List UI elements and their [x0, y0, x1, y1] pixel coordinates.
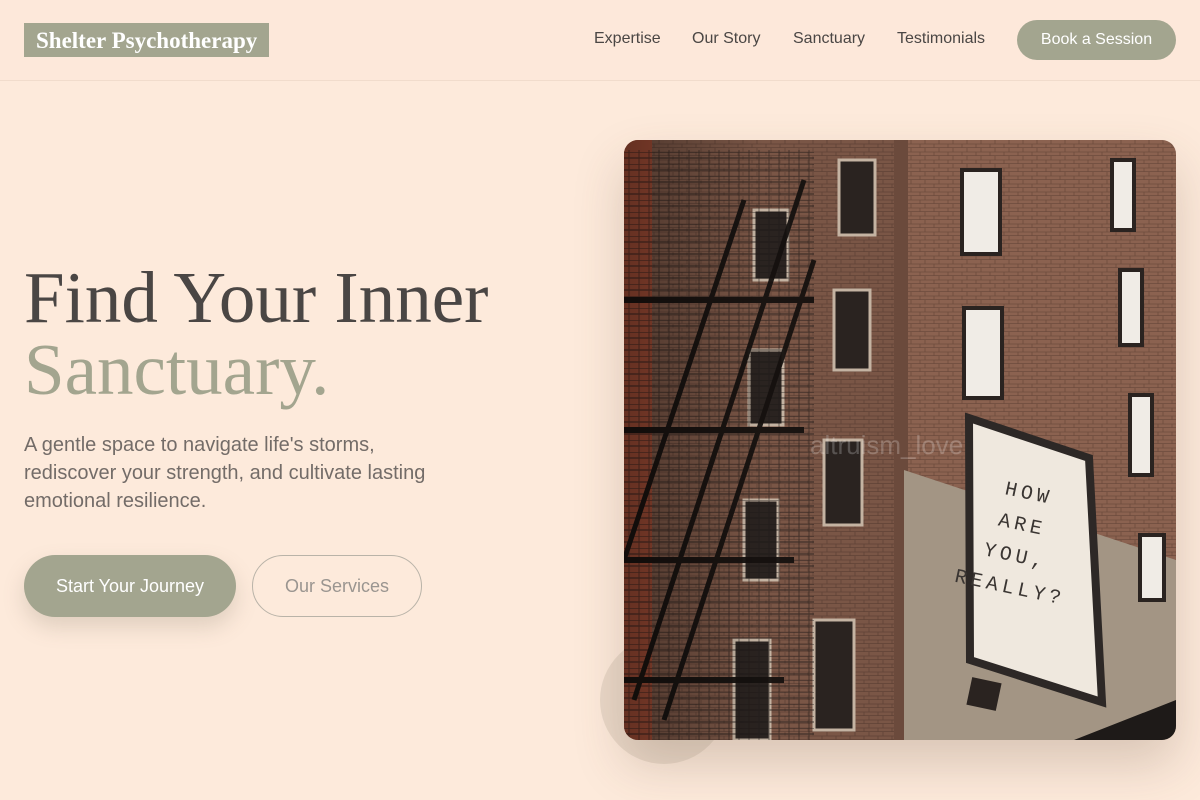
hero-title-line1: Find Your Inner: [24, 257, 489, 338]
nav-link-testimonials[interactable]: Testimonials: [897, 29, 985, 49]
nav-link-our-story[interactable]: Our Story: [692, 29, 760, 49]
brand-logo[interactable]: Shelter Psychotherapy: [24, 23, 270, 57]
site-header: Shelter Psychotherapy Expertise Our Stor…: [0, 0, 1200, 81]
image-watermark: altruism_love: [810, 430, 964, 460]
nav-link-sanctuary[interactable]: Sanctuary: [793, 29, 865, 49]
nav-link-expertise[interactable]: Expertise: [594, 29, 661, 49]
book-session-button[interactable]: Book a Session: [1017, 20, 1176, 60]
hero-title-accent: Sanctuary.: [24, 329, 330, 410]
hero-subtitle: A gentle space to navigate life's storms…: [24, 434, 426, 512]
our-services-button[interactable]: Our Services: [252, 555, 422, 617]
start-journey-button[interactable]: Start Your Journey: [24, 555, 236, 617]
hero-title: Find Your Inner Sanctuary.: [24, 261, 488, 410]
